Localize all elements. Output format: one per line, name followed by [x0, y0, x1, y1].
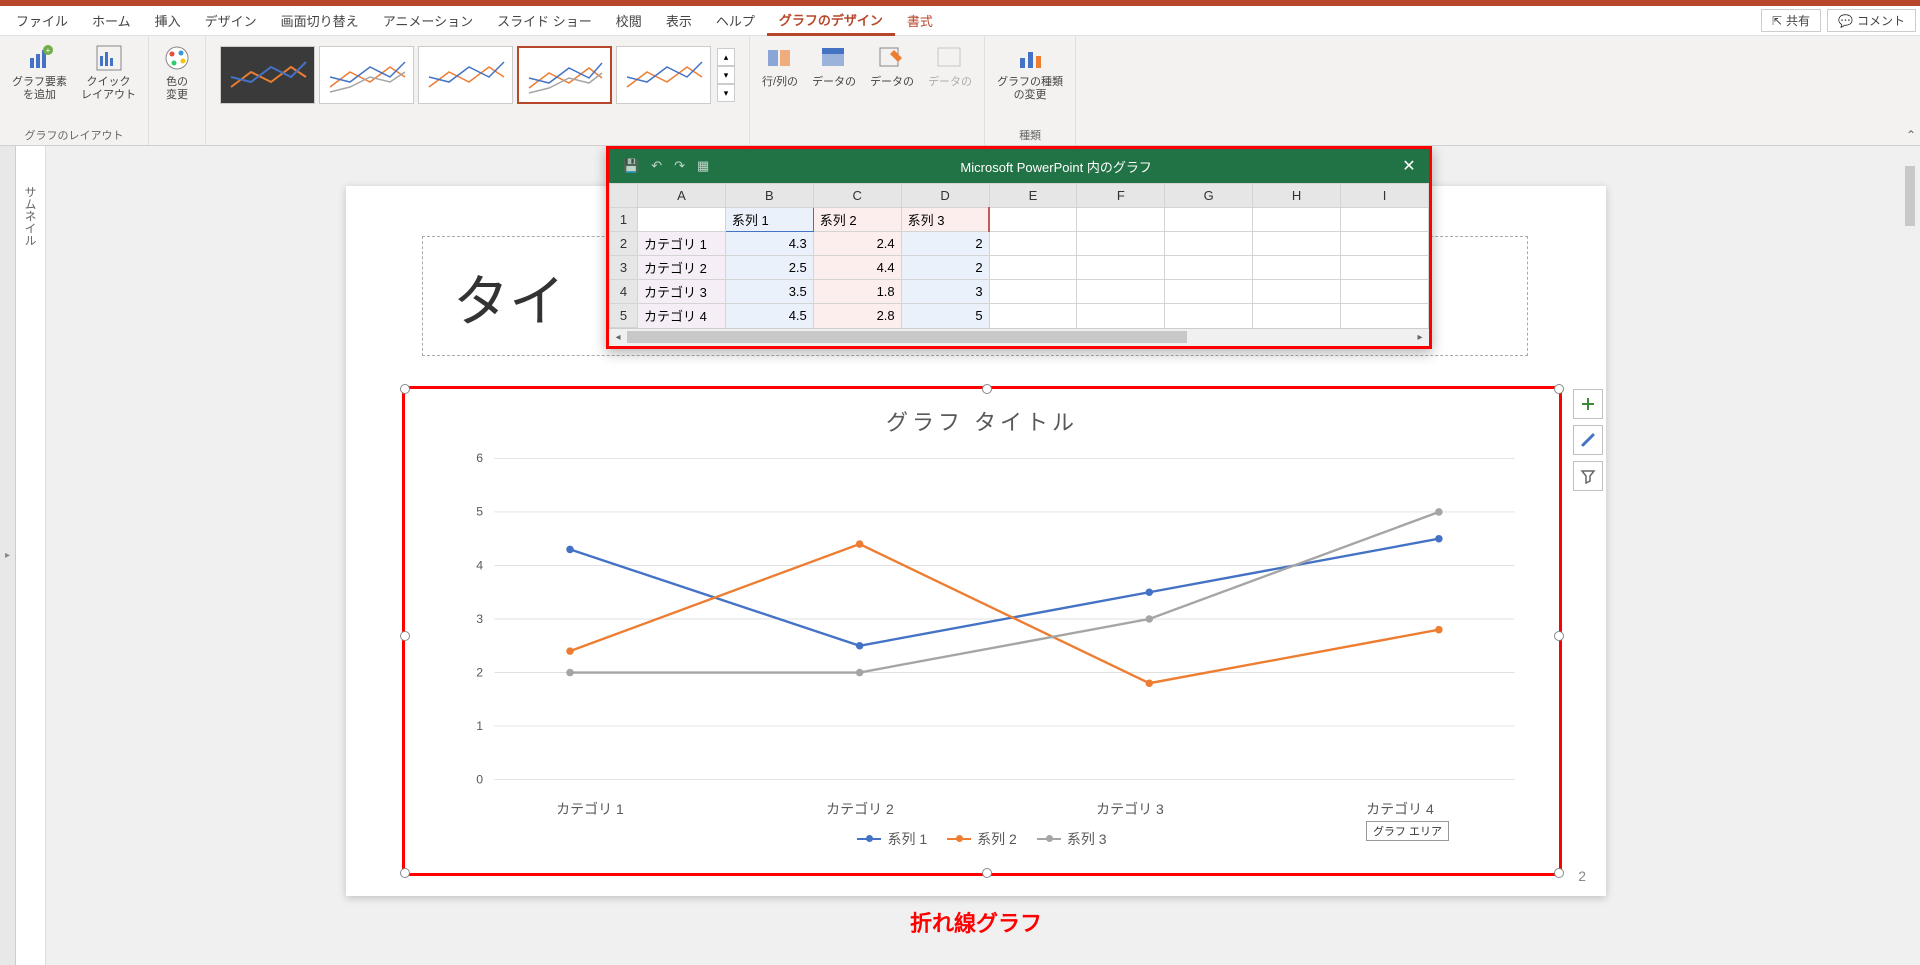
palette-icon — [161, 42, 193, 74]
gallery-scroll: ▴ ▾ ▾ — [717, 48, 735, 102]
switch-row-col-button[interactable]: 行/列の — [758, 40, 802, 91]
chart-title[interactable]: グラフ タイトル — [405, 389, 1559, 445]
tab-chart-design[interactable]: グラフのデザイン — [767, 6, 895, 36]
refresh-icon — [934, 42, 966, 74]
horizontal-scrollbar[interactable]: ◂ ▸ — [609, 328, 1429, 346]
redo-icon[interactable]: ↷ — [674, 158, 685, 174]
save-icon[interactable]: 💾 — [623, 158, 639, 174]
page-number: 2 — [1578, 868, 1586, 884]
chart-float-buttons — [1573, 389, 1603, 491]
chart-tooltip: グラフ エリア — [1366, 821, 1449, 841]
ribbon-group-data: 行/列の データの データの データの — [750, 36, 985, 145]
share-button[interactable]: ⇱共有 — [1761, 9, 1821, 32]
svg-text:4: 4 — [476, 558, 483, 572]
gallery-more[interactable]: ▾ — [717, 84, 735, 102]
collapse-ribbon[interactable]: ⌃ — [1906, 128, 1916, 142]
tab-help[interactable]: ヘルプ — [704, 7, 767, 34]
scroll-thumb[interactable] — [627, 331, 1187, 343]
tab-format[interactable]: 書式 — [895, 7, 945, 34]
svg-text:5: 5 — [476, 505, 483, 519]
resize-handle[interactable] — [1554, 384, 1564, 394]
svg-text:+: + — [45, 46, 50, 55]
resize-handle[interactable] — [400, 631, 410, 641]
select-data-button[interactable]: データの — [808, 40, 860, 91]
gallery-down[interactable]: ▾ — [717, 66, 735, 84]
svg-text:2: 2 — [476, 665, 483, 679]
data-grid[interactable]: ABCDEFGHI1系列 1系列 2系列 32カテゴリ 14.32.423カテゴ… — [609, 183, 1429, 328]
tab-slideshow[interactable]: スライド ショー — [485, 7, 604, 34]
comment-icon: 💬 — [1838, 14, 1853, 28]
vscroll-thumb[interactable] — [1905, 166, 1915, 226]
tab-view[interactable]: 表示 — [654, 7, 704, 34]
select-data-icon — [818, 42, 850, 74]
chart-container[interactable]: グラフ タイトル 0 1 2 3 4 5 6 カテゴリ 1カテゴリ 2カテゴリ 3カテゴリ … — [402, 386, 1562, 876]
scroll-right[interactable]: ▸ — [1411, 329, 1429, 347]
svg-text:3: 3 — [476, 612, 483, 626]
tab-insert[interactable]: 挿入 — [143, 7, 193, 34]
chart-elements-button[interactable] — [1573, 389, 1603, 419]
annotation-label: 折れ線グラフ — [910, 906, 1042, 938]
x-axis-labels: カテゴリ 1カテゴリ 2カテゴリ 3カテゴリ 4 — [455, 799, 1535, 819]
edit-data-icon — [876, 42, 908, 74]
tab-transitions[interactable]: 画面切り替え — [269, 7, 371, 34]
change-chart-type-button[interactable]: グラフの種類 の変更 — [993, 40, 1067, 104]
tab-review[interactable]: 校閲 — [604, 7, 654, 34]
quick-layout-button[interactable]: クイック レイアウト — [77, 40, 140, 104]
tab-animations[interactable]: アニメーション — [371, 7, 485, 34]
thumbnail-label: サムネイル — [22, 186, 39, 246]
chart-data-window[interactable]: 💾 ↶ ↷ ▦ Microsoft PowerPoint 内のグラフ ✕ ABC… — [606, 146, 1432, 349]
ribbon-group-type: グラフの種類 の変更 種類 — [985, 36, 1076, 145]
svg-text:0: 0 — [476, 772, 483, 786]
scroll-left[interactable]: ◂ — [609, 329, 627, 347]
slide-area: タイ グラフ タイトル 0123456 カテゴリ 1カテゴリ 2カテゴリ 3カテ… — [46, 146, 1920, 965]
resize-handle[interactable] — [1554, 868, 1564, 878]
switch-icon — [764, 42, 796, 74]
style-thumb-1[interactable] — [220, 46, 315, 104]
resize-handle[interactable] — [400, 384, 410, 394]
svg-text:6: 6 — [476, 451, 483, 465]
workspace: ▸ サムネイル タイ グラフ タイトル 0123456 カテゴリ 1カテゴリ 2… — [0, 146, 1920, 965]
resize-handle[interactable] — [400, 868, 410, 878]
resize-handle[interactable] — [1554, 631, 1564, 641]
chart-style-gallery: ▴ ▾ ▾ — [214, 40, 741, 110]
resize-handle[interactable] — [982, 868, 992, 878]
ribbon-group-styles: ▴ ▾ ▾ — [206, 36, 750, 145]
close-button[interactable]: ✕ — [1389, 156, 1429, 176]
comment-button[interactable]: 💬コメント — [1827, 9, 1916, 32]
data-window-title: Microsoft PowerPoint 内のグラフ — [723, 157, 1389, 176]
tab-home[interactable]: ホーム — [80, 7, 143, 34]
ribbon-group-layout: + グラフ要素 を追加 クイック レイアウト グラフのレイアウト — [0, 36, 149, 145]
chart-filters-button[interactable] — [1573, 461, 1603, 491]
style-thumb-5[interactable] — [616, 46, 711, 104]
gallery-up[interactable]: ▴ — [717, 48, 735, 66]
ribbon: + グラフ要素 を追加 クイック レイアウト グラフのレイアウト 色の 変更 — [0, 36, 1920, 146]
menu-tabs: ファイル ホーム 挿入 デザイン 画面切り替え アニメーション スライド ショー… — [0, 6, 1920, 36]
thumbnail-panel: サムネイル — [16, 146, 46, 965]
chart-styles-button[interactable] — [1573, 425, 1603, 455]
style-thumb-2[interactable] — [319, 46, 414, 104]
add-chart-element-button[interactable]: + グラフ要素 を追加 — [8, 40, 71, 104]
tab-file[interactable]: ファイル — [4, 7, 80, 34]
chart-type-icon — [1014, 42, 1046, 74]
resize-handle[interactable] — [982, 384, 992, 394]
svg-text:1: 1 — [476, 719, 483, 733]
edit-data-button[interactable]: データの — [866, 40, 918, 91]
quick-layout-icon — [93, 42, 125, 74]
grid-icon[interactable]: ▦ — [697, 158, 709, 174]
vertical-scrollbar[interactable] — [1902, 146, 1920, 965]
data-window-header[interactable]: 💾 ↶ ↷ ▦ Microsoft PowerPoint 内のグラフ ✕ — [609, 149, 1429, 183]
share-icon: ⇱ — [1772, 14, 1782, 28]
ribbon-group-colors: 色の 変更 — [149, 36, 206, 145]
add-element-icon: + — [24, 42, 56, 74]
thumbnail-toggle[interactable]: ▸ — [0, 146, 16, 965]
tab-design[interactable]: デザイン — [193, 7, 269, 34]
change-colors-button[interactable]: 色の 変更 — [157, 40, 197, 104]
style-thumb-3[interactable] — [418, 46, 513, 104]
refresh-data-button[interactable]: データの — [924, 40, 976, 91]
chart-plot[interactable]: 0 1 2 3 4 5 6 — [455, 449, 1535, 789]
undo-icon[interactable]: ↶ — [651, 158, 662, 174]
style-thumb-4[interactable] — [517, 46, 612, 104]
